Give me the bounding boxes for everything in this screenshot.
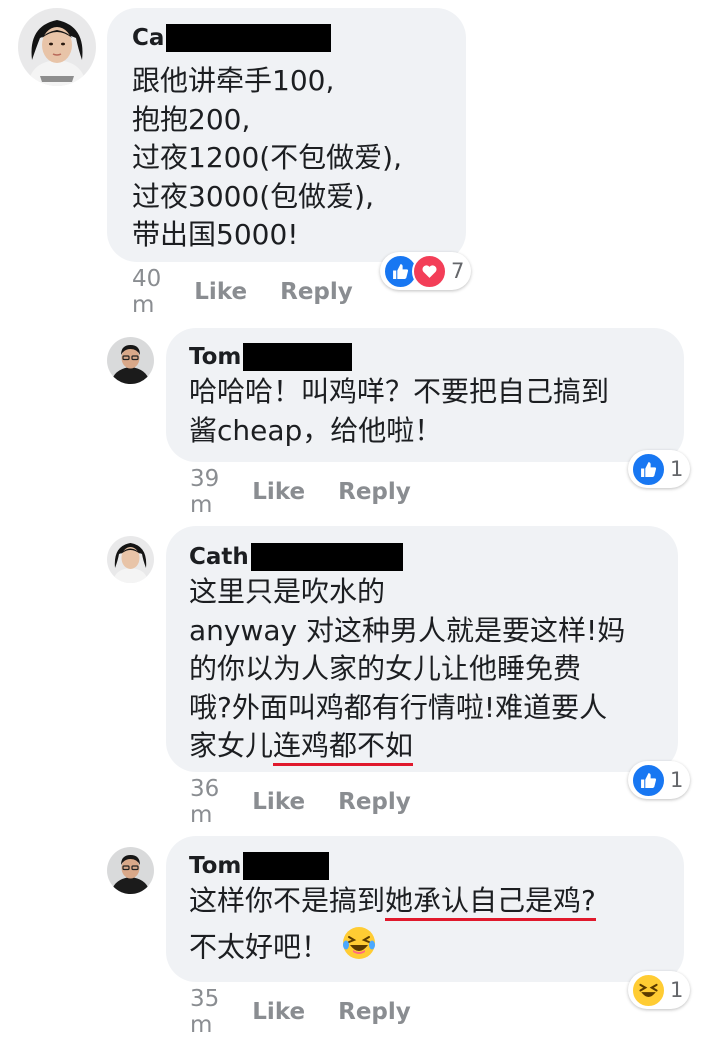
love-icon	[412, 253, 447, 289]
reaction-count: 1	[670, 457, 684, 481]
reaction-count: 1	[670, 768, 684, 792]
avatar[interactable]	[107, 847, 154, 894]
reply-button[interactable]: Reply	[280, 279, 353, 305]
redaction-bar	[166, 24, 332, 52]
comment-bubble: Tom 哈哈哈！叫鸡咩？不要把自己搞到 酱cheap，给他啦！	[166, 328, 684, 462]
avatar[interactable]	[107, 337, 154, 384]
reactions-badge[interactable]: 1	[628, 450, 691, 488]
haha-icon	[631, 972, 666, 1008]
comment-timestamp[interactable]: 39 m	[190, 466, 219, 518]
comment-line: 跟他讲牵手100,	[132, 64, 335, 97]
comment-line: 哦?外面叫鸡都有行情啦!难道要人	[189, 690, 608, 724]
comment-author[interactable]: Cath	[189, 544, 249, 570]
comment-timestamp[interactable]: 36 m	[190, 776, 219, 828]
laughing-tears-emoji-icon	[341, 925, 377, 972]
comment-text: 这样你不是搞到她承认自己是鸡? 不太好吧！	[189, 882, 596, 971]
comment-bubble: Cath 这里只是吹水的 anyway 对这种男人就是要这样!妈 的你以为人家的…	[166, 526, 678, 772]
comment-bubble: Tom 这样你不是搞到她承认自己是鸡? 不太好吧！	[166, 836, 684, 982]
reactions-badge[interactable]: 1	[628, 761, 691, 799]
comment-meta: 35 m Like Reply	[190, 986, 411, 1038]
comment-line: 家女儿连鸡都不如	[189, 727, 625, 766]
reactions-badge[interactable]: 1	[628, 971, 691, 1009]
comment-text-segment: 这样你不是搞到	[189, 884, 386, 917]
comment-meta: 40 m Like Reply	[132, 266, 353, 318]
comment-line: 过夜1200(不包做爱),	[132, 141, 403, 174]
comment-line: 带出国5000!	[132, 218, 299, 251]
reply-button[interactable]: Reply	[338, 479, 411, 505]
comment-text-segment: 家女儿	[189, 729, 274, 762]
comment-line: 抱抱200,	[132, 102, 251, 136]
comment-line: anyway 对这种男人就是要这样!妈	[189, 613, 626, 647]
comment-meta: 39 m Like Reply	[190, 466, 411, 518]
comment-timestamp[interactable]: 35 m	[190, 986, 219, 1038]
like-icon	[631, 762, 666, 798]
reaction-count: 1	[670, 978, 684, 1002]
reactions-badge[interactable]: 7	[380, 252, 472, 290]
underlined-text: 她承认自己是鸡?	[385, 884, 596, 921]
comment-text: 哈哈哈！叫鸡咩？不要把自己搞到 酱cheap，给他啦！	[189, 373, 609, 450]
underlined-text: 连鸡都不如	[273, 729, 414, 766]
comment-line: 这里只是吹水的	[189, 575, 386, 608]
comment-author[interactable]: Tom	[189, 853, 241, 879]
comment-line: 的你以为人家的女儿让他睡免费	[189, 652, 582, 685]
avatar[interactable]	[107, 536, 154, 583]
reply-button[interactable]: Reply	[338, 999, 411, 1025]
comment-line: 酱cheap，给他啦！	[189, 413, 443, 447]
redaction-bar	[243, 852, 330, 880]
comment-line: 这样你不是搞到她承认自己是鸡?	[189, 882, 596, 921]
comment-bubble: Ca 跟他讲牵手100, 抱抱200, 过夜1200(不包做爱), 过夜3000…	[107, 8, 466, 262]
avatar[interactable]	[18, 8, 96, 86]
comment-meta: 36 m Like Reply	[190, 776, 411, 828]
reply-button[interactable]: Reply	[338, 789, 411, 815]
like-button[interactable]: Like	[194, 279, 247, 305]
comment-line: 哈哈哈！叫鸡咩？不要把自己搞到	[189, 375, 610, 408]
comment-text-segment: 不太好吧！	[189, 929, 330, 963]
comment-line: 不太好吧！	[189, 925, 596, 972]
comment-author[interactable]: Tom	[189, 344, 241, 370]
reaction-count: 7	[451, 259, 465, 283]
comment-timestamp[interactable]: 40 m	[132, 266, 161, 318]
like-button[interactable]: Like	[252, 999, 305, 1025]
comment-line: 过夜3000(包做爱),	[132, 179, 375, 213]
redaction-bar	[243, 343, 353, 371]
like-icon	[631, 451, 666, 487]
like-button[interactable]: Like	[252, 789, 305, 815]
comment-text: 这里只是吹水的 anyway 对这种男人就是要这样!妈 的你以为人家的女儿让他睡…	[189, 573, 625, 766]
comment-author[interactable]: Ca	[132, 25, 164, 51]
comment-text: 跟他讲牵手100, 抱抱200, 过夜1200(不包做爱), 过夜3000(包做…	[132, 62, 402, 255]
like-button[interactable]: Like	[252, 479, 305, 505]
redaction-bar	[250, 543, 403, 571]
